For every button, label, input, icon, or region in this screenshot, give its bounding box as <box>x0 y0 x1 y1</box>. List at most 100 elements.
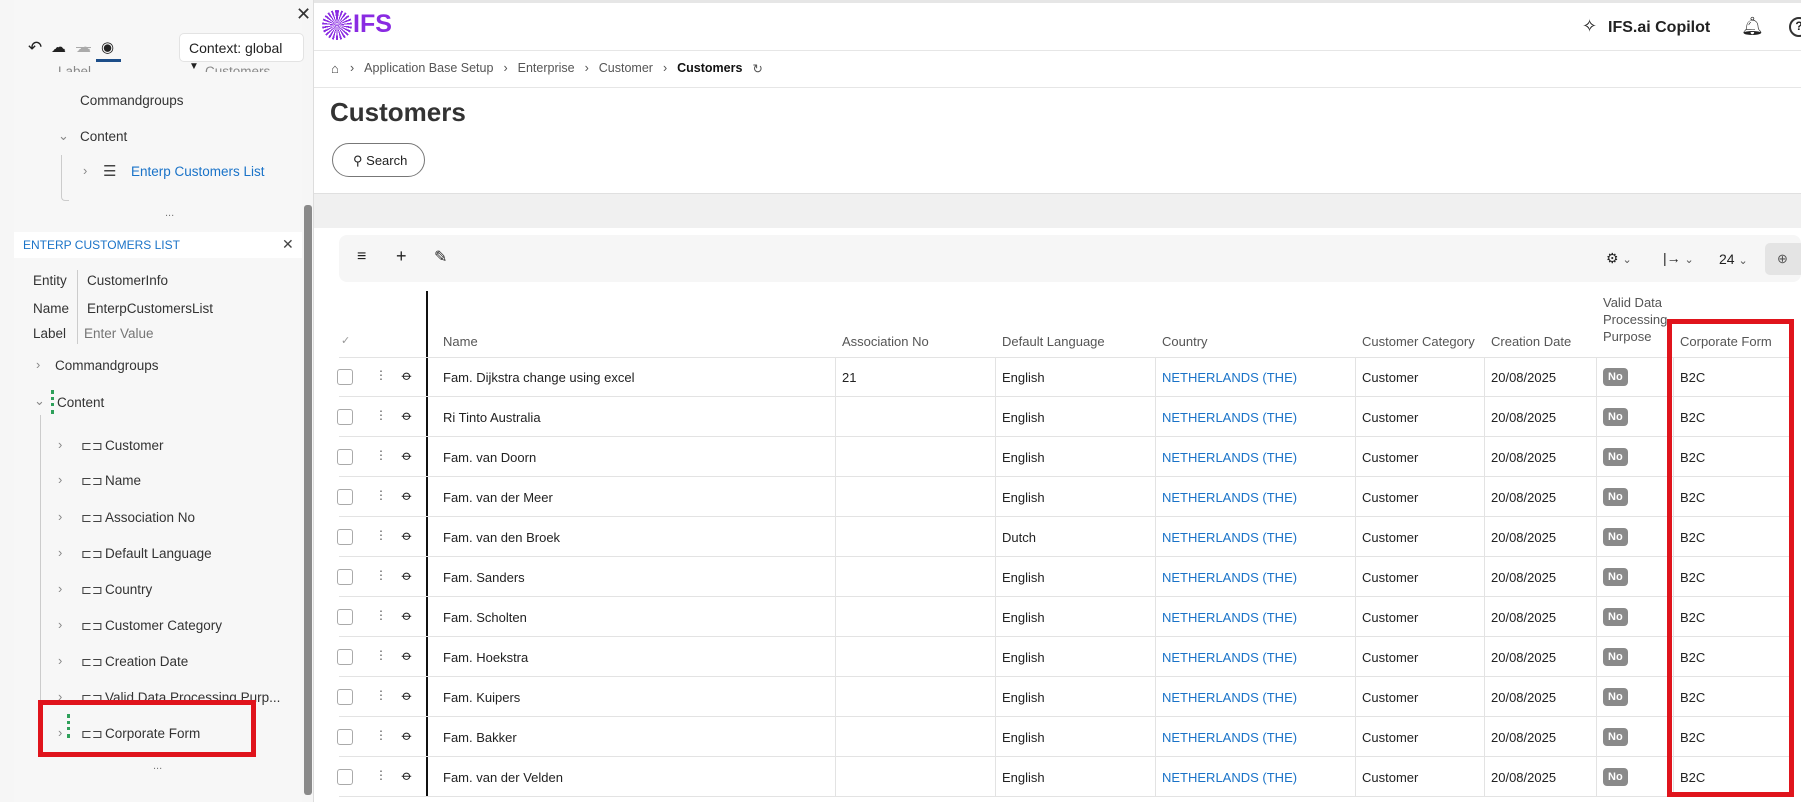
tree-content-2[interactable]: Content <box>57 395 104 410</box>
row-checkbox[interactable] <box>337 609 353 625</box>
chevron-right-icon[interactable]: › <box>58 617 62 632</box>
row-menu-icon[interactable]: ⋮ <box>375 728 387 742</box>
row-checkbox[interactable] <box>337 369 353 385</box>
tree-field[interactable]: Association No <box>105 510 195 525</box>
drag-handle[interactable] <box>51 390 54 414</box>
tree-field[interactable]: Default Language <box>105 546 212 561</box>
tree-field[interactable]: Customer Category <box>105 618 222 633</box>
row-checkbox[interactable] <box>337 769 353 785</box>
country-link[interactable]: NETHERLANDS (THE) <box>1162 570 1297 585</box>
scrollbar[interactable] <box>304 205 312 795</box>
chevron-right-icon[interactable]: › <box>58 581 62 596</box>
filter-icon[interactable]: ≡ <box>357 248 366 266</box>
row-checkbox[interactable] <box>337 649 353 665</box>
row-checkbox[interactable] <box>337 689 353 705</box>
more-ellipsis[interactable]: ... <box>153 760 162 772</box>
country-link[interactable]: NETHERLANDS (THE) <box>1162 730 1297 745</box>
row-menu-icon[interactable]: ⋮ <box>375 768 387 782</box>
tree-enterp-customers-list[interactable]: Enterp Customers List <box>131 164 265 179</box>
country-link[interactable]: NETHERLANDS (THE) <box>1162 690 1297 705</box>
column-header[interactable]: Name <box>443 333 623 350</box>
close-icon[interactable]: ✕ <box>296 4 311 25</box>
row-checkbox[interactable] <box>337 529 353 545</box>
table-cell: English <box>1002 770 1045 785</box>
column-header[interactable]: Default Language <box>1002 333 1182 350</box>
table-row[interactable] <box>339 397 1792 437</box>
table-row[interactable] <box>339 717 1792 757</box>
tree-commandgroups[interactable]: Commandgroups <box>80 93 184 108</box>
column-header[interactable]: Association No <box>842 333 1022 350</box>
chevron-right-icon[interactable]: › <box>83 163 87 178</box>
country-link[interactable]: NETHERLANDS (THE) <box>1162 450 1297 465</box>
search-button[interactable]: ⚲ Search <box>332 143 425 177</box>
row-menu-icon[interactable]: ⋮ <box>375 488 387 502</box>
table-row[interactable] <box>339 477 1792 517</box>
row-menu-icon[interactable]: ⋮ <box>375 648 387 662</box>
row-menu-icon[interactable]: ⋮ <box>375 408 387 422</box>
copilot-button[interactable]: IFS.ai Copilot <box>1608 19 1710 37</box>
chevron-right-icon[interactable]: › <box>58 437 62 452</box>
table-row[interactable] <box>339 677 1792 717</box>
refresh-icon[interactable]: ↻ <box>752 61 762 76</box>
chevron-right-icon[interactable]: › <box>58 472 62 487</box>
tree-field[interactable]: Name <box>105 473 141 488</box>
page-size-select[interactable]: 24 ⌄ <box>1719 251 1748 267</box>
chevron-down-icon[interactable]: ⌄ <box>34 393 45 409</box>
close-section-icon[interactable]: ✕ <box>282 236 294 253</box>
tree-field[interactable]: Customer <box>105 438 164 453</box>
row-checkbox[interactable] <box>337 569 353 585</box>
tree-commandgroups-2[interactable]: Commandgroups <box>55 358 159 373</box>
edit-icon[interactable]: ✎ <box>434 247 447 267</box>
ifs-logo[interactable]: IFS <box>353 10 392 39</box>
country-link[interactable]: NETHERLANDS (THE) <box>1162 490 1297 505</box>
country-link[interactable]: NETHERLANDS (THE) <box>1162 770 1297 785</box>
table-row[interactable] <box>339 437 1792 477</box>
status-badge: No <box>1603 608 1628 626</box>
home-icon[interactable]: ⌂ <box>331 61 339 76</box>
chevron-right-icon[interactable]: › <box>58 509 62 524</box>
more-ellipsis[interactable]: ... <box>165 207 174 219</box>
row-menu-icon[interactable]: ⋮ <box>375 448 387 462</box>
column-width-icon[interactable]: |→ ⌄ <box>1663 250 1694 266</box>
country-link[interactable]: NETHERLANDS (THE) <box>1162 370 1297 385</box>
bell-icon[interactable]: 🔔︎ <box>1741 16 1764 37</box>
chevron-right-icon[interactable]: › <box>58 545 62 560</box>
chevron-down-icon[interactable]: ⌄ <box>58 128 69 144</box>
country-link[interactable]: NETHERLANDS (THE) <box>1162 410 1297 425</box>
cloud-off-icon[interactable]: ☁ <box>76 38 91 56</box>
undo-icon[interactable]: ↶ <box>28 38 42 58</box>
table-row[interactable] <box>339 637 1792 677</box>
eye-icon[interactable]: ◉ <box>101 38 114 56</box>
globe-icon[interactable]: ⊕ <box>1765 243 1801 275</box>
tree-field[interactable]: Country <box>105 582 152 597</box>
row-menu-icon[interactable]: ⋮ <box>375 368 387 382</box>
row-checkbox[interactable] <box>337 409 353 425</box>
row-checkbox[interactable] <box>337 489 353 505</box>
cloud-upload-icon[interactable]: ☁ <box>51 38 66 56</box>
chevron-right-icon[interactable]: › <box>36 357 40 372</box>
column-header[interactable]: Country <box>1162 333 1342 350</box>
select-all-check[interactable]: ✓ <box>341 334 350 347</box>
row-menu-icon[interactable]: ⋮ <box>375 608 387 622</box>
add-icon[interactable]: + <box>396 246 407 267</box>
tree-content[interactable]: Content <box>80 129 127 144</box>
row-checkbox[interactable] <box>337 729 353 745</box>
column-header[interactable]: Valid Data Processing Purpose <box>1603 294 1669 345</box>
breadcrumb-item[interactable]: Customer <box>599 61 653 76</box>
row-menu-icon[interactable]: ⋮ <box>375 528 387 542</box>
country-link[interactable]: NETHERLANDS (THE) <box>1162 530 1297 545</box>
settings-icon[interactable]: ⚙ ⌄ <box>1606 250 1632 267</box>
tree-field[interactable]: Creation Date <box>105 654 188 669</box>
country-link[interactable]: NETHERLANDS (THE) <box>1162 650 1297 665</box>
breadcrumb-item[interactable]: Application Base Setup <box>364 61 493 76</box>
table-row[interactable] <box>339 597 1792 637</box>
table-row[interactable] <box>339 557 1792 597</box>
row-menu-icon[interactable]: ⋮ <box>375 568 387 582</box>
country-link[interactable]: NETHERLANDS (THE) <box>1162 610 1297 625</box>
context-dropdown[interactable]: Context: global ▼ <box>179 33 304 72</box>
row-menu-icon[interactable]: ⋮ <box>375 688 387 702</box>
breadcrumb-item[interactable]: Enterprise <box>518 61 575 76</box>
chevron-right-icon[interactable]: › <box>58 653 62 668</box>
label-input[interactable] <box>84 322 274 344</box>
row-checkbox[interactable] <box>337 449 353 465</box>
